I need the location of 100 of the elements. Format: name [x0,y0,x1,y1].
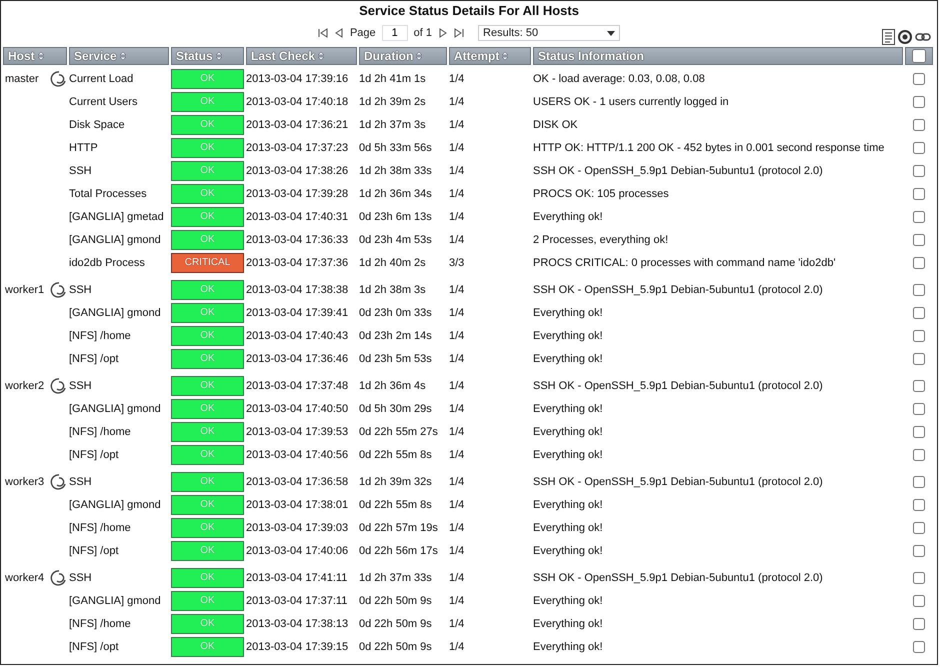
attempt-text: 1/4 [449,284,466,296]
last-check-text: 2013-03-04 17:41:11 [246,572,348,584]
last-check-text: 2013-03-04 17:38:26 [246,164,350,176]
service-name[interactable]: Current Load [69,72,169,84]
last-check-text: 2013-03-04 17:39:16 [246,72,350,84]
service-name[interactable]: [NFS] /opt [69,640,169,652]
previous-page-button[interactable] [334,28,344,38]
row-checkbox[interactable] [913,96,925,108]
row-checkbox[interactable] [913,284,925,296]
service-name[interactable]: HTTP [69,142,169,154]
row-checkbox[interactable] [913,618,925,630]
row-checkbox[interactable] [913,476,925,488]
row-checkbox[interactable] [913,306,925,318]
page-input[interactable]: 1 [382,25,408,41]
last-page-button[interactable] [454,28,464,38]
service-name[interactable]: [NFS] /home [69,426,169,438]
last-check-text: 2013-03-04 17:40:50 [246,402,350,414]
status-badge: OK [171,206,244,226]
next-page-button[interactable] [438,28,448,38]
row-checkbox[interactable] [913,498,925,510]
service-name[interactable]: SSH [69,572,169,584]
row-checkbox[interactable] [913,522,925,534]
row-checkbox[interactable] [913,448,925,460]
host-name[interactable]: worker3 [5,476,44,488]
service-name[interactable]: [NFS] /home [69,618,169,630]
row-checkbox[interactable] [913,544,925,556]
service-name[interactable]: [GANGLIA] gmetad [69,210,169,222]
attempt-text: 1/4 [449,142,466,154]
service-name[interactable]: [NFS] /home [69,522,169,534]
row-checkbox[interactable] [913,118,925,130]
attempt-text: 1/4 [449,618,466,630]
last-check-text: 2013-03-04 17:39:15 [246,640,350,652]
row-checkbox[interactable] [913,572,925,584]
caret-icon [607,30,616,36]
status-information-text: SSH OK - OpenSSH_5.9p1 Debian-5ubuntu1 (protocol 2.0) [533,380,824,392]
status-information-text: Everything ok! [533,402,604,414]
service-name[interactable]: [GANGLIA] gmond [69,306,169,318]
service-name[interactable]: Disk Space [69,118,169,130]
duration-text: 0d 22h 57m 19s [359,522,439,534]
service-name[interactable]: ido2db Process [69,256,169,268]
service-name[interactable]: [GANGLIA] gmond [69,402,169,414]
attempt-text: 1/4 [449,234,466,246]
host-name[interactable]: worker2 [5,380,44,392]
attempt-text: 1/4 [449,572,466,584]
row-checkbox[interactable] [913,402,925,414]
results-dropdown[interactable]: Results: 50 [478,25,620,41]
duration-text: 0d 22h 50m 9s [359,618,433,630]
host-name[interactable]: worker4 [5,572,44,584]
link-icon[interactable] [915,32,931,42]
service-name[interactable]: [NFS] /opt [69,448,169,460]
status-information-text: Everything ok! [533,544,604,556]
swirl-icon [50,377,67,394]
disc-icon[interactable] [898,30,912,44]
last-check-text: 2013-03-04 17:36:46 [246,352,350,364]
duration-text: 0d 22h 56m 17s [359,544,439,556]
attempt-text: 1/4 [449,306,466,318]
service-name[interactable]: SSH [69,164,169,176]
status-information-text: Everything ok! [533,522,604,534]
status-information-text: Everything ok! [533,426,604,438]
service-name[interactable]: [GANGLIA] gmond [69,498,169,510]
page-title: Service Status Details For All Hosts [358,2,580,19]
service-name[interactable]: [NFS] /opt [69,352,169,364]
row-checkbox[interactable] [913,640,925,652]
sort-icon [317,51,326,61]
row-checkbox[interactable] [913,380,925,392]
last-check-text: 2013-03-04 17:38:01 [246,498,350,510]
host-name[interactable]: master [5,72,39,84]
first-page-button[interactable] [318,28,328,38]
last-check-text: 2013-03-04 17:37:36 [246,256,350,268]
service-name[interactable]: SSH [69,284,169,296]
attempt-text: 1/4 [449,476,466,488]
attempt-text: 1/4 [449,188,466,200]
row-checkbox[interactable] [913,72,925,84]
attempt-text: 1/4 [449,96,466,108]
duration-text: 1d 2h 37m 33s [359,572,433,584]
row-checkbox[interactable] [913,188,925,200]
row-checkbox[interactable] [913,330,925,342]
service-name[interactable]: Total Processes [69,188,169,200]
row-checkbox[interactable] [913,256,925,268]
duration-text: 1d 2h 39m 32s [359,476,433,488]
service-name[interactable]: [GANGLIA] gmond [69,234,169,246]
status-badge: OK [171,540,244,560]
row-checkbox[interactable] [913,234,925,246]
service-name[interactable]: Current Users [69,96,169,108]
row-checkbox[interactable] [913,426,925,438]
service-name[interactable]: SSH [69,476,169,488]
service-name[interactable]: [NFS] /home [69,330,169,342]
service-name[interactable]: [GANGLIA] gmond [69,594,169,606]
host-name[interactable]: worker1 [5,284,44,296]
row-checkbox[interactable] [913,352,925,364]
row-checkbox[interactable] [913,594,925,606]
row-checkbox[interactable] [913,164,925,176]
duration-text: 1d 2h 38m 3s [359,284,427,296]
row-checkbox[interactable] [913,142,925,154]
last-check-text: 2013-03-04 17:37:23 [246,142,350,154]
service-name[interactable]: SSH [69,380,169,392]
row-checkbox[interactable] [913,210,925,222]
service-name[interactable]: [NFS] /opt [69,544,169,556]
last-check-text: 2013-03-04 17:40:31 [246,210,350,222]
document-icon[interactable] [882,29,895,45]
